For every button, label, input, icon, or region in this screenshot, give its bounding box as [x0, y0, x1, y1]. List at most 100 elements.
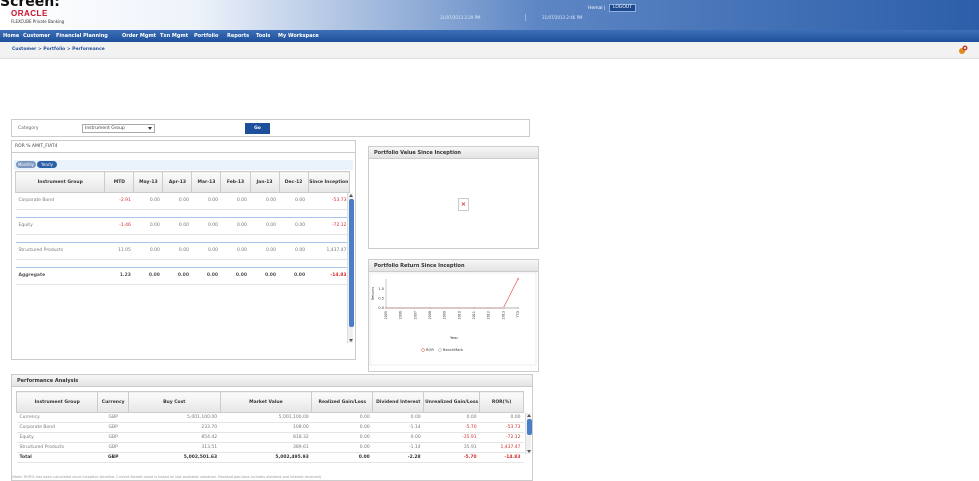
performance-panel: Performance Analysis Instrument Group Cu… — [11, 374, 533, 481]
cell-group: Corporate Bond — [16, 422, 98, 433]
x-tick-label: 2009 — [443, 311, 447, 319]
scroll-thumb[interactable] — [348, 199, 354, 327]
logout-button[interactable]: LOGOUT — [609, 4, 636, 12]
scroll-down-icon[interactable] — [349, 339, 353, 342]
cell-mtd: -1.46 — [104, 217, 134, 235]
cell-market-value: 389.61 — [220, 442, 312, 453]
col-ror[interactable]: ROR(%) — [479, 391, 524, 413]
nav-tools[interactable]: Tools — [256, 33, 270, 39]
cell-since-inception: -72.12 — [308, 217, 350, 235]
col-may-13[interactable]: May-13 — [133, 171, 164, 193]
nav-customer[interactable]: Customer — [23, 33, 50, 39]
cell: 0.00 — [162, 267, 192, 285]
cell-buy-cost: 233.70 — [128, 422, 221, 433]
col-currency[interactable]: Currency — [97, 391, 129, 413]
cell-market-value: 818.32 — [220, 432, 312, 443]
table-row[interactable]: Structured Products GBP 313.51 389.61 0.… — [16, 442, 524, 453]
ror-panel: ROR % AMIT_FIAT4 Monthly Yearly Instrume… — [11, 140, 356, 360]
return-chart-svg: 1.0 0.5 0.0 Returns 2005 2006 2007 2008 2009 2010… — [369, 272, 537, 366]
breadcrumb[interactable]: Customer > Portfolio > Performance — [12, 47, 105, 52]
cell-unrealized: -35.91 — [423, 432, 480, 443]
scroll-up-icon[interactable] — [527, 414, 531, 417]
go-button[interactable]: Go — [245, 123, 270, 134]
spacer-cell — [15, 259, 350, 268]
data-point-benchmark — [502, 306, 505, 310]
cell: 0.00 — [279, 242, 309, 260]
tools-icon[interactable] — [958, 44, 969, 55]
cell-mtd: -2.91 — [104, 192, 134, 210]
cell-mtd: 1.23 — [104, 267, 134, 285]
cell-buy-cost: 854.42 — [128, 432, 221, 443]
col-instrument-group[interactable]: Instrument Group — [14, 171, 106, 193]
x-tick-label: 2008 — [428, 311, 432, 319]
col-instrument-group[interactable]: Instrument Group — [15, 391, 99, 413]
col-realized-gain-loss[interactable]: Realized Gain/Loss — [311, 391, 374, 413]
col-unrealized-gain-loss[interactable]: Unrealized Gain/Loss — [423, 391, 481, 413]
toggle-monthly[interactable]: Monthly — [16, 161, 36, 168]
nav-my-workspace[interactable]: My Workspace — [278, 33, 319, 39]
y-axis-label: Returns — [371, 287, 375, 301]
col-dec-12[interactable]: Dec-12 — [278, 171, 309, 193]
nav-portfolio[interactable]: Portfolio — [194, 33, 218, 39]
category-filter: Category Instrument Group Go — [11, 119, 530, 137]
col-since-inception[interactable]: Since Inception — [307, 171, 351, 193]
cell-currency: GBP — [97, 442, 129, 453]
table-row[interactable]: Equity -1.46 0.00 0.00 0.00 0.00 0.00 0.… — [15, 217, 350, 235]
cell-buy-cost: 313.51 — [128, 442, 221, 453]
performance-scrollbar[interactable] — [525, 413, 532, 454]
toggle-yearly[interactable]: Yearly — [37, 161, 57, 168]
col-dividend-interest[interactable]: Dividend Interest — [372, 391, 425, 413]
performance-note: (Note: ROR% has been calculated since in… — [12, 475, 322, 479]
col-jan-13[interactable]: Jan-13 — [249, 171, 280, 193]
user-name: Hemal | — [588, 6, 606, 11]
ror-divider — [12, 152, 355, 153]
product-subtitle: FLEXCUBE Private Banking — [11, 19, 65, 24]
cell-realized: 0.00 — [311, 442, 373, 453]
table-row[interactable]: Equity GBP 854.42 818.32 0.00 0.00 -35.9… — [16, 432, 524, 443]
cell-unrealized: -5.70 — [423, 452, 480, 463]
row-spacer — [15, 259, 350, 268]
x-tick-label: 2012 — [487, 311, 491, 319]
scroll-up-icon[interactable] — [349, 194, 353, 197]
scroll-down-icon[interactable] — [527, 450, 531, 453]
app-root: ORACLE FLEXCUBE Private Banking Hemal | … — [0, 0, 979, 481]
cell-dividend: -1.14 — [372, 442, 424, 453]
col-mtd[interactable]: MTD — [104, 171, 135, 193]
table-row[interactable]: Corporate Bond GBP 233.70 108.00 0.00 -1… — [16, 422, 524, 433]
row-name: Corporate Bond — [15, 192, 105, 210]
cell-ror: 0.00 — [479, 412, 524, 423]
col-apr-13[interactable]: Apr-13 — [162, 171, 193, 193]
cell: 0.00 — [191, 242, 221, 260]
nav-order-mgmt[interactable]: Order Mgmt — [122, 33, 156, 39]
cell-realized: 0.00 — [311, 422, 373, 433]
table-row[interactable]: Structured Products 11.05 0.00 0.00 0.00… — [15, 242, 350, 260]
col-buy-cost[interactable]: Buy Cost — [127, 391, 221, 413]
col-mar-13[interactable]: Mar-13 — [191, 171, 222, 193]
legend-label-ror: ROR — [426, 348, 434, 352]
x-tick-label: 2005 — [384, 311, 388, 319]
table-row[interactable]: Corporate Bond -2.91 0.00 0.00 0.00 0.00… — [15, 192, 350, 210]
col-feb-13[interactable]: Feb-13 — [220, 171, 251, 193]
scroll-thumb[interactable] — [526, 419, 532, 435]
cell-realized: 0.00 — [311, 432, 373, 443]
category-select[interactable]: Instrument Group — [82, 124, 155, 133]
cell: 0.00 — [191, 217, 221, 235]
ror-scrollbar[interactable] — [347, 193, 354, 343]
data-point-benchmark — [458, 306, 461, 310]
data-point-benchmark — [487, 306, 490, 310]
chevron-down-icon — [148, 127, 152, 130]
nav-financial-planning[interactable]: Financial Planning — [56, 33, 108, 39]
cell-group: Currency — [16, 412, 98, 423]
total-row[interactable]: Total GBP 5,002,501.63 5,002,495.93 0.00… — [16, 452, 524, 463]
aggregate-row[interactable]: Aggregate 1.23 0.00 0.00 0.00 0.00 0.00 … — [15, 267, 350, 285]
cell-group: Structured Products — [16, 442, 98, 453]
legend-marker-benchmark — [438, 348, 442, 352]
nav-home[interactable]: Home — [3, 33, 19, 39]
nav-reports[interactable]: Reports — [227, 33, 249, 39]
portfolio-value-title: Portfolio Value Since Inception — [369, 147, 538, 159]
nav-txn-mgmt[interactable]: Txn Mgmt — [160, 33, 188, 39]
x-tick-label: 2013 — [501, 311, 505, 319]
cell-market-value: 5,001,100.00 — [220, 412, 312, 423]
col-market-value[interactable]: Market Value — [219, 391, 313, 413]
table-row[interactable]: Currency GBP 5,001,100.00 5,001,100.00 0… — [16, 412, 524, 423]
